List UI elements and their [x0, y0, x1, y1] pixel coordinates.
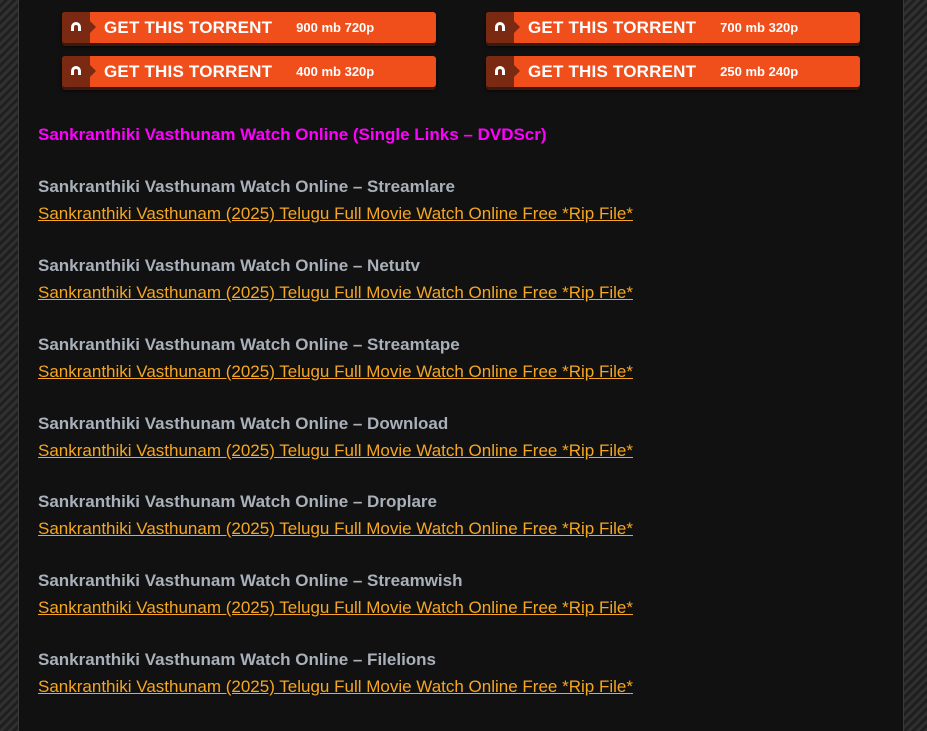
movie-watch-link[interactable]: Sankranthiki Vasthunam (2025) Telugu Ful… [38, 282, 633, 304]
torrent-button-label: GET THIS TORRENT [104, 17, 273, 37]
torrent-button-700mb-320p[interactable]: GET THIS TORRENT 700 mb 320p [486, 12, 860, 43]
stream-title: Sankranthiki Vasthunam Watch Online – Do… [38, 414, 449, 433]
magnet-icon [62, 56, 96, 87]
stream-block-streamlare: Sankranthiki Vasthunam Watch Online – St… [38, 176, 633, 225]
stream-block-download: Sankranthiki Vasthunam Watch Online – Do… [38, 413, 633, 462]
movie-watch-link[interactable]: Sankranthiki Vasthunam (2025) Telugu Ful… [38, 361, 633, 383]
movie-watch-link[interactable]: Sankranthiki Vasthunam (2025) Telugu Ful… [38, 676, 633, 698]
stream-title: Sankranthiki Vasthunam Watch Online – St… [38, 571, 463, 590]
stream-title: Sankranthiki Vasthunam Watch Online – Ne… [38, 256, 420, 275]
stream-block-filelions: Sankranthiki Vasthunam Watch Online – Fi… [38, 649, 633, 698]
stream-title: Sankranthiki Vasthunam Watch Online – St… [38, 335, 460, 354]
magnet-icon [486, 56, 520, 87]
content-area: GET THIS TORRENT 900 mb 720p GET THIS TO… [18, 0, 904, 731]
torrent-button-size: 400 mb 320p [296, 64, 375, 79]
stream-block-droplare: Sankranthiki Vasthunam Watch Online – Dr… [38, 491, 633, 540]
movie-watch-link[interactable]: Sankranthiki Vasthunam (2025) Telugu Ful… [38, 518, 633, 540]
magnet-icon [62, 12, 96, 43]
stream-block-streamtape: Sankranthiki Vasthunam Watch Online – St… [38, 334, 633, 383]
torrent-button-250mb-240p[interactable]: GET THIS TORRENT 250 mb 240p [486, 56, 860, 87]
single-links-heading: Sankranthiki Vasthunam Watch Online (Sin… [38, 125, 547, 144]
movie-watch-link[interactable]: Sankranthiki Vasthunam (2025) Telugu Ful… [38, 597, 633, 619]
stream-block-netutv: Sankranthiki Vasthunam Watch Online – Ne… [38, 255, 633, 304]
torrent-button-400mb-320p[interactable]: GET THIS TORRENT 400 mb 320p [62, 56, 436, 87]
torrent-button-label: GET THIS TORRENT [104, 61, 273, 81]
stream-title: Sankranthiki Vasthunam Watch Online – Fi… [38, 650, 437, 669]
torrent-button-size: 900 mb 720p [296, 20, 375, 35]
torrent-button-size: 700 mb 320p [720, 20, 799, 35]
movie-watch-link[interactable]: Sankranthiki Vasthunam (2025) Telugu Ful… [38, 440, 633, 462]
magnet-icon [486, 12, 520, 43]
movie-watch-link[interactable]: Sankranthiki Vasthunam (2025) Telugu Ful… [38, 203, 633, 225]
stream-title: Sankranthiki Vasthunam Watch Online – Dr… [38, 492, 437, 511]
stream-title: Sankranthiki Vasthunam Watch Online – St… [38, 177, 455, 196]
torrent-button-label: GET THIS TORRENT [528, 17, 697, 37]
torrent-button-size: 250 mb 240p [720, 64, 799, 79]
torrent-button-label: GET THIS TORRENT [528, 61, 697, 81]
stream-block-streamwish: Sankranthiki Vasthunam Watch Online – St… [38, 570, 633, 619]
torrent-button-900mb-720p[interactable]: GET THIS TORRENT 900 mb 720p [62, 12, 436, 43]
